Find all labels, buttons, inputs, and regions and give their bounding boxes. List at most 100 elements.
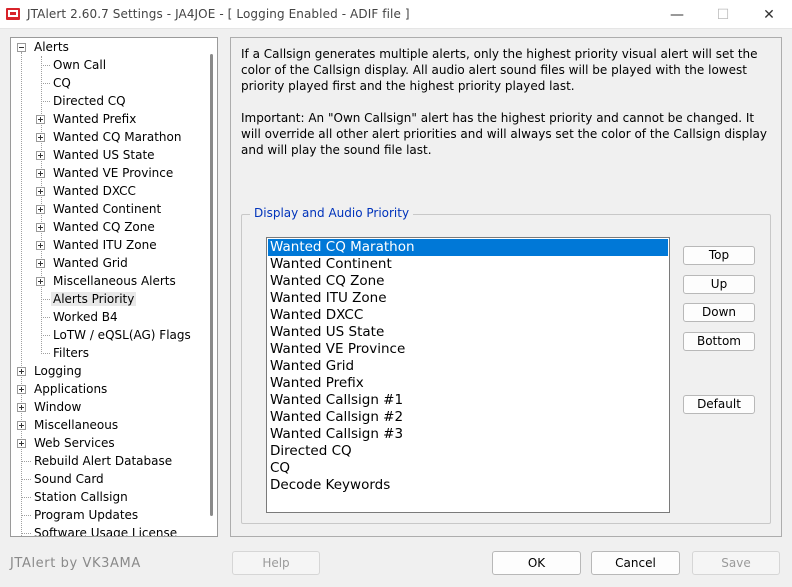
expand-icon[interactable]	[17, 403, 26, 412]
up-button[interactable]: Up	[683, 275, 755, 294]
priority-list-item[interactable]: Decode Keywords	[268, 477, 668, 494]
tree-item[interactable]: Station Callsign	[34, 488, 128, 506]
save-button[interactable]: Save	[692, 551, 780, 575]
expand-icon[interactable]	[36, 115, 45, 124]
priority-list-item[interactable]: CQ	[268, 460, 668, 477]
tree-item-label: Own Call	[53, 58, 107, 72]
tree-item[interactable]: Own Call	[53, 56, 106, 74]
expand-icon[interactable]	[36, 259, 45, 268]
tree-connector	[41, 317, 50, 318]
tree-item[interactable]: Sound Card	[34, 470, 104, 488]
priority-list-item[interactable]: Directed CQ	[268, 443, 668, 460]
tree-item[interactable]: Alerts	[34, 38, 69, 56]
cancel-button[interactable]: Cancel	[591, 551, 680, 575]
tree-item-label: Wanted Prefix	[53, 112, 137, 126]
default-button[interactable]: Default	[683, 395, 755, 414]
priority-group: Display and Audio Priority Wanted CQ Mar…	[241, 206, 771, 524]
tree-item-label: Wanted CQ Marathon	[53, 130, 182, 144]
close-button[interactable]: ✕	[746, 0, 792, 29]
tree-item[interactable]: CQ	[53, 74, 71, 92]
tree-item-label: Wanted CQ Zone	[53, 220, 155, 234]
bottom-button[interactable]: Bottom	[683, 332, 755, 351]
tree-item[interactable]: Wanted VE Province	[53, 164, 173, 182]
brand-label: JTAlert by VK3AMA	[10, 556, 141, 571]
priority-list-item[interactable]: Wanted Continent	[268, 256, 668, 273]
priority-list-item[interactable]: Wanted VE Province	[268, 341, 668, 358]
tree-item[interactable]: Wanted CQ Zone	[53, 218, 155, 236]
help-button[interactable]: Help	[232, 551, 320, 575]
priority-list-item[interactable]: Wanted Callsign #1	[268, 392, 668, 409]
tree-item-label: Wanted ITU Zone	[53, 238, 157, 252]
minimize-button[interactable]: —	[654, 0, 700, 29]
priority-list-item[interactable]: Wanted DXCC	[268, 307, 668, 324]
tree-item-label: LoTW / eQSL(AG) Flags	[53, 328, 191, 342]
description-paragraph-2: Important: An "Own Callsign" alert has t…	[241, 111, 767, 157]
tree-connector	[41, 65, 50, 66]
expand-icon[interactable]	[36, 151, 45, 160]
expand-icon[interactable]	[36, 187, 45, 196]
maximize-button[interactable]: ☐	[700, 0, 746, 29]
expand-icon[interactable]	[36, 133, 45, 142]
tree-item[interactable]: Program Updates	[34, 506, 138, 524]
expand-icon[interactable]	[36, 223, 45, 232]
tree-item-label: Miscellaneous Alerts	[53, 274, 176, 288]
tree-item-label: Wanted VE Province	[53, 166, 174, 180]
tree-item[interactable]: Logging	[34, 362, 82, 380]
tree-item[interactable]: LoTW / eQSL(AG) Flags	[53, 326, 191, 344]
tree-item[interactable]: Software Usage License	[34, 524, 177, 536]
tree-item[interactable]: Wanted Grid	[53, 254, 128, 272]
tree-item[interactable]: Wanted Continent	[53, 200, 161, 218]
tree-scrollbar[interactable]	[210, 54, 213, 516]
tree-item[interactable]: Miscellaneous	[34, 416, 118, 434]
priority-list-item[interactable]: Wanted Callsign #2	[268, 409, 668, 426]
expand-icon[interactable]	[36, 205, 45, 214]
tree-item[interactable]: Window	[34, 398, 81, 416]
tree-item[interactable]: Wanted CQ Marathon	[53, 128, 181, 146]
priority-list-item[interactable]: Wanted CQ Zone	[268, 273, 668, 290]
top-button[interactable]: Top	[683, 246, 755, 265]
expand-icon[interactable]	[17, 385, 26, 394]
settings-tree[interactable]: Alerts Own Call CQ Directed CQ Wanted Prefix…	[10, 37, 218, 537]
expand-icon[interactable]	[17, 439, 26, 448]
tree-connector	[22, 515, 31, 516]
tree-item-label: Rebuild Alert Database	[34, 454, 173, 468]
down-button[interactable]: Down	[683, 303, 755, 322]
tree-item-label: Alerts	[34, 40, 69, 54]
priority-list-item[interactable]: Wanted CQ Marathon	[268, 239, 668, 256]
tree-item-label: CQ	[53, 76, 71, 90]
tree-item-label: Station Callsign	[34, 490, 128, 504]
tree-item[interactable]: Miscellaneous Alerts	[53, 272, 176, 290]
tree-item[interactable]: Alerts Priority	[51, 290, 137, 308]
expand-icon[interactable]	[36, 169, 45, 178]
priority-list-item[interactable]: Wanted Prefix	[268, 375, 668, 392]
window-title: JTAlert 2.60.7 Settings - JA4JOE - [ Log…	[27, 7, 410, 21]
tree-item[interactable]: Wanted DXCC	[53, 182, 136, 200]
priority-list-item[interactable]: Wanted Grid	[268, 358, 668, 375]
expand-icon[interactable]	[17, 421, 26, 430]
app-icon	[6, 8, 20, 20]
tree-item[interactable]: Wanted Prefix	[53, 110, 136, 128]
tree-item-label: Alerts Priority	[51, 292, 137, 306]
tree-connector	[22, 533, 31, 534]
tree-item-label: Directed CQ	[53, 94, 126, 108]
minimize-icon: —	[670, 6, 684, 23]
priority-list-item[interactable]: Wanted ITU Zone	[268, 290, 668, 307]
tree-item[interactable]: Wanted ITU Zone	[53, 236, 157, 254]
tree-item[interactable]: Rebuild Alert Database	[34, 452, 172, 470]
tree-item[interactable]: Worked B4	[53, 308, 118, 326]
tree-item-label: Wanted US State	[53, 148, 155, 162]
expand-icon[interactable]	[36, 241, 45, 250]
expand-icon[interactable]	[17, 367, 26, 376]
priority-list-item[interactable]: Wanted US State	[268, 324, 668, 341]
priority-list-item[interactable]: Wanted Callsign #3	[268, 426, 668, 443]
tree-item[interactable]: Wanted US State	[53, 146, 155, 164]
tree-item[interactable]: Filters	[53, 344, 89, 362]
collapse-icon[interactable]	[17, 43, 26, 52]
expand-icon[interactable]	[36, 277, 45, 286]
tree-item-label: Web Services	[34, 436, 115, 450]
tree-item[interactable]: Web Services	[34, 434, 115, 452]
ok-button[interactable]: OK	[492, 551, 581, 575]
priority-listbox[interactable]: Wanted CQ Marathon Wanted Continent Wanted…	[266, 237, 670, 513]
tree-item[interactable]: Directed CQ	[53, 92, 126, 110]
tree-item[interactable]: Applications	[34, 380, 107, 398]
